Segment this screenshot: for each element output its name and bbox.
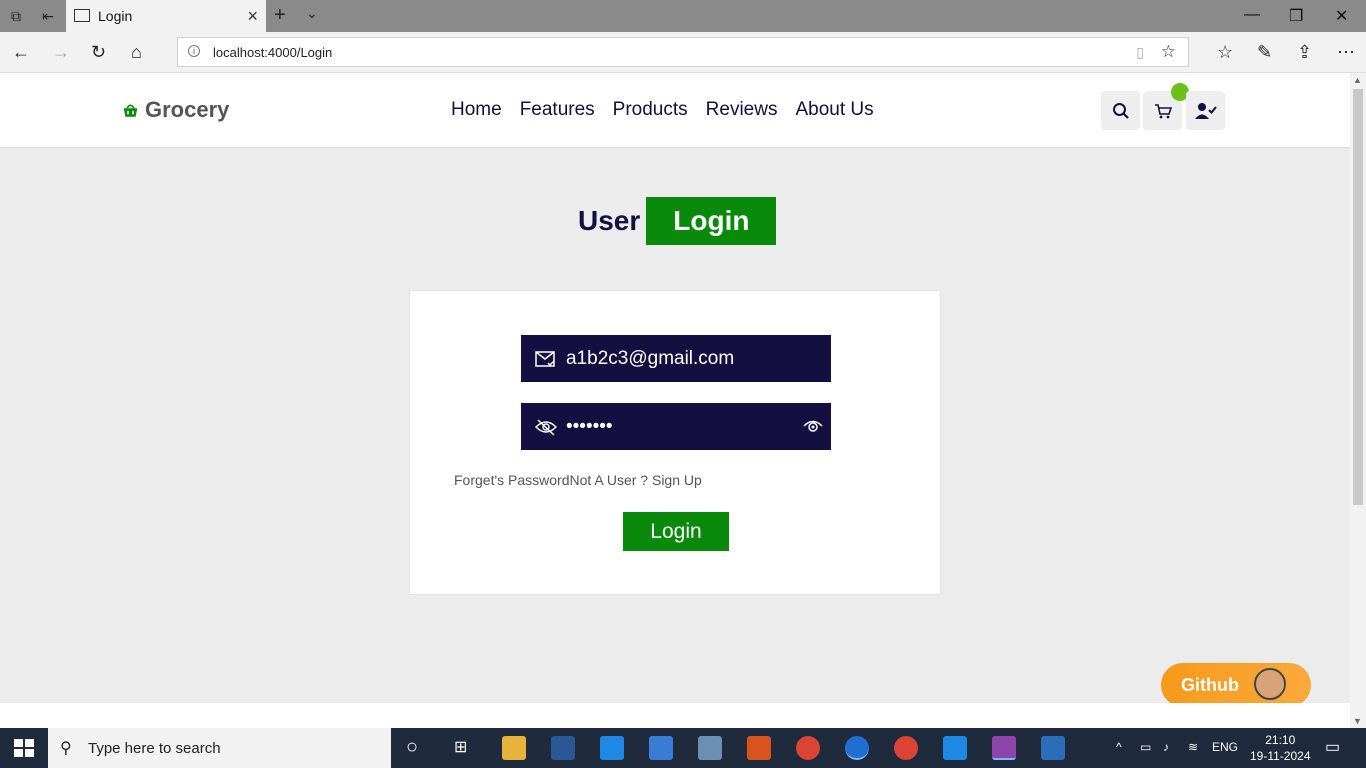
network-icon[interactable]: ≋ [1188, 740, 1198, 754]
file-explorer-icon[interactable] [502, 736, 526, 760]
share-icon[interactable]: ⇪ [1297, 42, 1312, 63]
nav-home[interactable]: Home [451, 99, 502, 121]
close-icon[interactable]: × [247, 6, 258, 27]
page-footer-strip [0, 703, 1350, 728]
page-title: User Login [578, 197, 777, 245]
email-value: a1b2c3@gmail.com [566, 347, 735, 369]
tab-login[interactable]: Login × [66, 0, 266, 32]
mail-check-icon [526, 350, 566, 368]
password-field[interactable]: ••••••• [521, 403, 831, 450]
app-window-icon[interactable] [1041, 736, 1065, 760]
taskbar-search[interactable]: ⚲ Type here to search [48, 728, 391, 768]
web-page: Grocery Home Features Products Reviews A… [0, 73, 1350, 707]
cortana-icon[interactable]: ○ [406, 736, 418, 759]
scroll-up-icon[interactable]: ▲ [1353, 75, 1362, 85]
word-icon[interactable] [551, 736, 575, 760]
refresh-icon[interactable]: ↻ [91, 42, 106, 63]
address-bar[interactable]: i localhost:4000/Login ▯ ☆ [177, 37, 1189, 67]
email-field[interactable]: a1b2c3@gmail.com [521, 335, 831, 382]
search-icon [1112, 102, 1129, 119]
info-icon[interactable]: i [188, 45, 200, 57]
page-scrollbar[interactable]: ▲ ▼ [1350, 73, 1366, 728]
restore-icon[interactable]: ❐ [1289, 6, 1303, 26]
search-icon: ⚲ [60, 740, 72, 757]
minimize-icon[interactable]: — [1244, 6, 1260, 24]
language-indicator[interactable]: ENG [1212, 740, 1238, 754]
winrar-icon[interactable] [992, 736, 1016, 760]
vscode-icon[interactable] [943, 736, 967, 760]
scroll-thumb[interactable] [1353, 89, 1363, 505]
chrome-profile-icon[interactable] [894, 736, 918, 760]
nav-reviews[interactable]: Reviews [706, 99, 778, 121]
tab-manager-icon[interactable]: ⧉ [7, 7, 25, 25]
forward-icon[interactable]: → [52, 42, 70, 63]
window-close-icon[interactable]: ✕ [1335, 6, 1348, 26]
forgot-password-link[interactable]: Forget's Password [454, 472, 570, 488]
mail-icon[interactable] [600, 736, 624, 760]
more-icon[interactable]: ⋯ [1337, 42, 1355, 63]
clock-date: 19-11-2024 [1250, 749, 1311, 763]
chrome-icon[interactable] [796, 736, 820, 760]
show-password-icon[interactable] [803, 417, 823, 438]
title-login: Login [646, 197, 777, 245]
task-view-icon[interactable]: ⊞ [454, 737, 467, 757]
dolphin-app-icon[interactable] [698, 736, 722, 760]
clock-time: 21:10 [1265, 733, 1296, 747]
set-aside-tabs-icon[interactable]: ⇤ [39, 7, 57, 25]
login-card: a1b2c3@gmail.com ••••••• Forget's Passwo… [409, 290, 941, 595]
basket-icon [123, 104, 138, 117]
brand-name: Grocery [145, 97, 230, 122]
favorites-list-icon[interactable]: ☆ [1217, 42, 1233, 63]
page-icon [74, 9, 90, 22]
scroll-down-icon[interactable]: ▼ [1353, 716, 1362, 726]
tab-title: Login [98, 8, 133, 24]
auth-links: Forget's PasswordNot A User ? Sign Up [454, 472, 702, 488]
site-header: Grocery Home Features Products Reviews A… [0, 73, 1350, 148]
pen-icon[interactable]: ✎ [1257, 42, 1272, 63]
chevron-down-icon[interactable]: ⌄ [306, 5, 318, 22]
cart-icon [1154, 103, 1172, 118]
battery-icon[interactable]: ▭ [1140, 740, 1151, 754]
edge-icon[interactable] [845, 736, 869, 760]
site-logo[interactable]: Grocery [122, 97, 229, 123]
address-toolbar: ← → ↻ ⌂ i localhost:4000/Login ▯ ☆ ☆ ✎ ⇪… [0, 32, 1366, 73]
new-tab-icon[interactable]: + [274, 4, 286, 27]
back-icon[interactable]: ← [12, 42, 30, 63]
store-icon[interactable] [649, 736, 673, 760]
eye-slash-icon [526, 418, 566, 436]
user-check-icon [1194, 102, 1217, 119]
login-button[interactable]: Login [623, 512, 729, 551]
password-value: ••••••• [566, 415, 613, 437]
sign-up-link[interactable]: Not A User ? Sign Up [570, 472, 702, 488]
github-button[interactable]: Github [1161, 663, 1311, 707]
main-nav: Home Features Products Reviews About Us [451, 99, 874, 121]
browser-tab-strip: ⧉ ⇤ Login × + ⌄ — ❐ ✕ [0, 0, 1366, 32]
reading-view-icon[interactable]: ▯ [1136, 44, 1144, 61]
search-button[interactable] [1101, 91, 1140, 130]
notifications-icon[interactable]: ▭ [1325, 737, 1340, 757]
url-text[interactable]: localhost:4000/Login [213, 45, 332, 60]
presentation-app-icon[interactable] [747, 736, 771, 760]
avatar [1254, 668, 1286, 700]
github-label: Github [1181, 675, 1239, 695]
search-placeholder: Type here to search [88, 740, 221, 757]
chevron-up-icon[interactable]: ^ [1116, 740, 1122, 754]
nav-features[interactable]: Features [520, 99, 595, 121]
windows-start-icon[interactable] [14, 739, 34, 757]
title-user: User [578, 205, 641, 236]
nav-about-us[interactable]: About Us [795, 99, 873, 121]
clock[interactable]: 21:10 19-11-2024 [1250, 732, 1311, 764]
nav-products[interactable]: Products [613, 99, 688, 121]
user-button[interactable] [1186, 91, 1225, 130]
favorite-star-icon[interactable]: ☆ [1161, 42, 1176, 62]
home-icon[interactable]: ⌂ [131, 42, 142, 63]
volume-icon[interactable]: ♪ [1163, 740, 1169, 754]
windows-taskbar: ⚲ Type here to search ○ ⊞ ^ ▭ ♪ ≋ ENG 21… [0, 728, 1366, 768]
